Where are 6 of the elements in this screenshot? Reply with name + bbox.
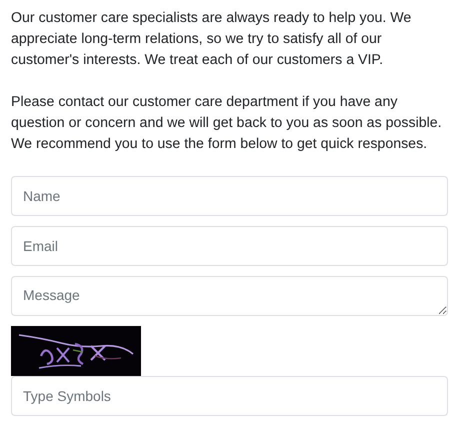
paragraph: Our customer care specialists are always ready to help you. We appreciate long-term relations, so we try to satisfy all of our customer's interests. We treat each of our customers a VIP. <box>11 9 412 70</box>
input-field[interactable]: Name <box>11 176 448 216</box>
input-field[interactable]: Type Symbols <box>11 376 448 416</box>
input-field[interactable]: Email <box>11 226 448 266</box>
paragraph: Please contact our customer care department if you have any question or concern and we will get back to you as soon as possible. We recommend you to use the form below to get quick responses. <box>11 93 443 154</box>
message-field[interactable]: Message <box>11 276 448 316</box>
